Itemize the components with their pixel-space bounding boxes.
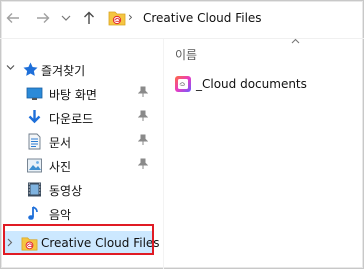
sidebar-item-label: 다운로드 xyxy=(49,112,94,126)
sidebar-item-videos[interactable]: 동영상 xyxy=(0,178,163,200)
star-icon xyxy=(23,62,38,76)
column-header-name[interactable]: 이름 xyxy=(175,46,197,63)
sidebar-item-label: 음악 xyxy=(49,208,72,222)
arrow-left-icon xyxy=(6,13,19,23)
sidebar-item-documents[interactable]: 문서 xyxy=(0,130,163,152)
pictures-icon xyxy=(27,158,42,173)
sidebar-item-label: 바탕 화면 xyxy=(49,88,97,102)
sidebar-item-downloads[interactable]: 다운로드 xyxy=(0,106,163,128)
file-name: _Cloud documents xyxy=(196,77,307,91)
address-path[interactable]: Creative Cloud Files xyxy=(143,11,262,25)
pane-divider[interactable] xyxy=(163,39,164,269)
pin-icon[interactable] xyxy=(138,86,148,98)
creative-cloud-folder-icon xyxy=(108,9,126,27)
download-icon xyxy=(28,110,41,124)
sidebar-item-label: 문서 xyxy=(49,136,72,150)
recent-locations-button[interactable] xyxy=(60,9,72,27)
video-icon xyxy=(28,182,41,197)
sidebar-item-label: 즐겨찾기 xyxy=(41,64,86,78)
pin-icon[interactable] xyxy=(138,158,148,170)
list-item[interactable]: _Cloud documents xyxy=(172,73,352,95)
pin-icon[interactable] xyxy=(138,110,148,122)
forward-button[interactable] xyxy=(34,9,52,27)
music-icon xyxy=(28,206,38,220)
desktop-icon xyxy=(26,87,43,100)
highlight-box xyxy=(3,224,154,255)
up-button[interactable] xyxy=(80,9,98,27)
pin-icon[interactable] xyxy=(138,134,148,146)
sidebar-item-desktop[interactable]: 바탕 화면 xyxy=(0,82,163,104)
sidebar-item-music[interactable]: 음악 xyxy=(0,202,163,224)
path-separator: › xyxy=(128,10,133,24)
arrow-up-icon xyxy=(84,11,94,24)
address-bar-divider xyxy=(0,38,364,39)
sidebar-item-pictures[interactable]: 사진 xyxy=(0,154,163,176)
chevron-down-icon xyxy=(61,15,71,21)
cloud-documents-icon xyxy=(175,76,191,92)
document-icon xyxy=(28,133,41,150)
back-button[interactable] xyxy=(4,9,22,27)
sort-chevron-icon[interactable] xyxy=(291,36,300,47)
sidebar-item-label: 사진 xyxy=(49,160,72,174)
arrow-right-icon xyxy=(37,13,50,23)
sidebar-quick-access[interactable]: 즐겨찾기 xyxy=(0,58,163,80)
sidebar-item-label: 동영상 xyxy=(49,184,83,198)
